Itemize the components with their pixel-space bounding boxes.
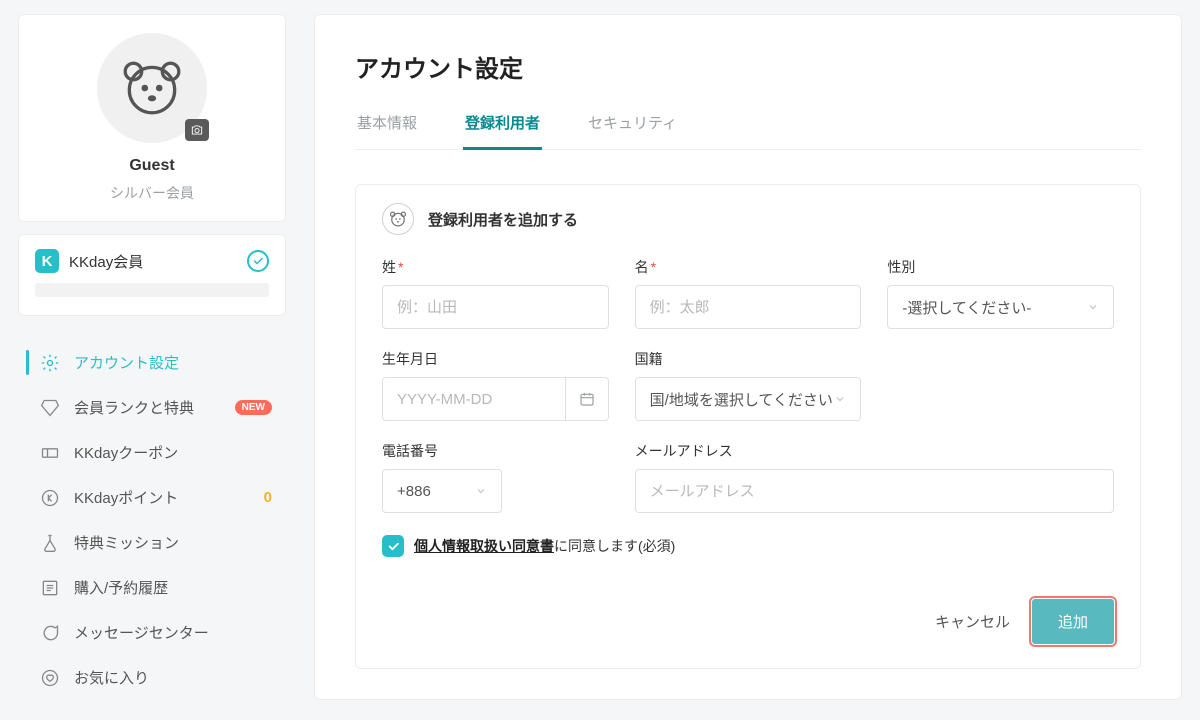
diamond-icon: [40, 398, 60, 418]
field-dob: 生年月日: [382, 349, 609, 421]
consent-row: 個人情報取扱い同意書に同意します(必須): [382, 535, 1114, 557]
cancel-button[interactable]: キャンセル: [929, 601, 1016, 642]
tab-registered-users[interactable]: 登録利用者: [463, 112, 542, 150]
phone-code-select[interactable]: +886: [382, 469, 502, 513]
add-user-panel: 登録利用者を追加する 姓* 名* 性別 -選択してください-: [355, 184, 1141, 669]
panel-title: 登録利用者を追加する: [428, 209, 578, 230]
bear-icon: [382, 203, 414, 235]
email-input[interactable]: [635, 469, 1114, 513]
nationality-select[interactable]: 国/地域を選択してください: [635, 377, 862, 421]
nav-list: アカウント設定 会員ランクと特典 NEW KKdayクーポン KKdayポイント…: [18, 340, 286, 700]
nav-label: 購入/予約履歴: [74, 577, 168, 598]
calendar-icon[interactable]: [565, 377, 609, 421]
nav-label: KKdayポイント: [74, 487, 178, 508]
chevron-down-icon: [834, 393, 846, 405]
profile-card: Guest シルバー会員: [18, 14, 286, 222]
member-card: K KKday会員: [18, 234, 286, 316]
bear-icon: [119, 55, 185, 121]
nav-coupon[interactable]: KKdayクーポン: [18, 430, 286, 475]
field-email: メールアドレス: [635, 441, 1114, 513]
nav-account-settings[interactable]: アカウント設定: [18, 340, 286, 385]
add-button[interactable]: 追加: [1032, 599, 1114, 644]
field-empty: [887, 349, 1114, 421]
nav-message-center[interactable]: メッセージセンター: [18, 610, 286, 655]
chevron-down-icon: [475, 485, 487, 497]
privacy-policy-link[interactable]: 個人情報取扱い同意書: [414, 538, 554, 554]
nav-favorites[interactable]: お気に入り: [18, 655, 286, 700]
kkday-logo-icon: K: [35, 249, 59, 273]
field-nationality: 国籍 国/地域を選択してください: [635, 349, 862, 421]
gender-select[interactable]: -選択してください-: [887, 285, 1114, 329]
field-last-name: 姓*: [382, 257, 609, 329]
page-title: アカウント設定: [355, 49, 1141, 84]
nav-label: アカウント設定: [74, 352, 179, 373]
ticket-icon: [40, 443, 60, 463]
verified-check-icon: [247, 250, 269, 272]
member-info-masked: [35, 283, 269, 297]
nav-label: KKdayクーポン: [74, 442, 178, 463]
first-name-input[interactable]: [635, 285, 862, 329]
points-count: 0: [264, 489, 272, 506]
new-badge: NEW: [235, 400, 272, 415]
nav-member-rank[interactable]: 会員ランクと特典 NEW: [18, 385, 286, 430]
nav-label: 特典ミッション: [74, 532, 179, 553]
nav-label: 会員ランクと特典: [74, 397, 194, 418]
avatar[interactable]: [97, 33, 207, 143]
nav-order-history[interactable]: 購入/予約履歴: [18, 565, 286, 610]
heart-icon: [40, 668, 60, 688]
consent-checkbox[interactable]: [382, 535, 404, 557]
list-icon: [40, 578, 60, 598]
field-phone: 電話番号 +886: [382, 441, 609, 513]
nav-points[interactable]: KKdayポイント 0: [18, 475, 286, 520]
chevron-down-icon: [1087, 301, 1099, 313]
flask-icon: [40, 533, 60, 553]
nav-label: お気に入り: [74, 667, 149, 688]
last-name-input[interactable]: [382, 285, 609, 329]
tab-basic-info[interactable]: 基本情報: [355, 112, 419, 149]
sidebar: Guest シルバー会員 K KKday会員 アカウント設定 会員ランクと特典 …: [18, 14, 286, 700]
field-first-name: 名*: [635, 257, 862, 329]
profile-tier: シルバー会員: [19, 183, 285, 203]
member-label: KKday会員: [69, 251, 237, 272]
tabs: 基本情報 登録利用者 セキュリティ: [355, 112, 1141, 150]
profile-name: Guest: [19, 157, 285, 175]
nav-missions[interactable]: 特典ミッション: [18, 520, 286, 565]
nav-label: メッセージセンター: [74, 622, 209, 643]
camera-icon[interactable]: [185, 119, 209, 141]
field-gender: 性別 -選択してください-: [887, 257, 1114, 329]
coin-icon: [40, 488, 60, 508]
main-panel: アカウント設定 基本情報 登録利用者 セキュリティ 登録利用者を追加する 姓*: [314, 14, 1182, 700]
chat-icon: [40, 623, 60, 643]
tab-security[interactable]: セキュリティ: [586, 112, 679, 149]
gear-icon: [40, 353, 60, 373]
